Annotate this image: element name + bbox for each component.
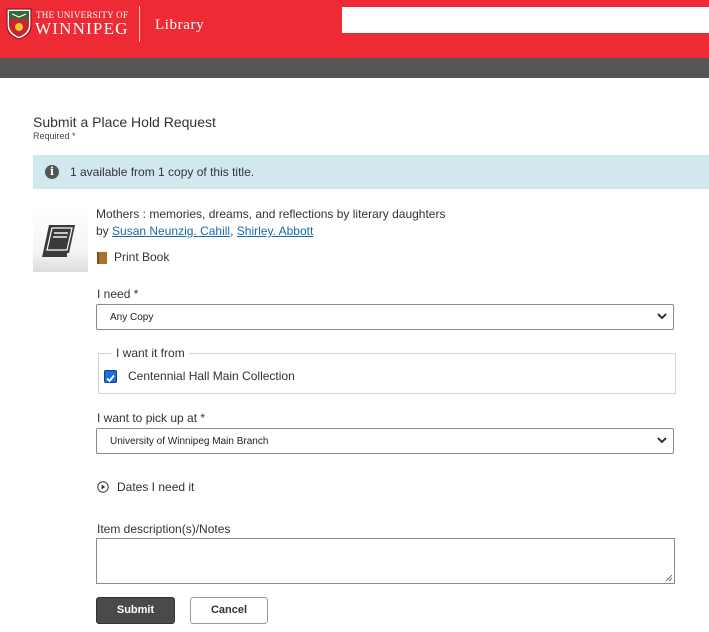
submit-button[interactable]: Submit (96, 597, 175, 624)
item-authors: by Susan Neunzig. Cahill, Shirley. Abbot… (96, 224, 313, 238)
availability-alert: i 1 available from 1 copy of this title. (33, 155, 709, 189)
nav-bar (0, 58, 709, 78)
dates-toggle[interactable]: Dates I need it (117, 480, 194, 494)
book-icon (42, 225, 75, 257)
chevron-down-icon (657, 313, 667, 320)
checkmark-icon (106, 374, 115, 383)
collection-label[interactable]: Centennial Hall Main Collection (128, 369, 295, 383)
pickup-label: I want to pick up at * (97, 411, 206, 425)
author-link[interactable]: Susan Neunzig. Cahill (112, 224, 230, 238)
need-label: I need * (97, 287, 139, 301)
page-title: Submit a Place Hold Request (33, 114, 216, 130)
location-legend: I want it from (112, 346, 189, 360)
copy-select[interactable]: Any Copy (96, 304, 674, 330)
site-header: THE UNIVERSITY OF WINNIPEG Library (0, 0, 709, 58)
by-prefix: by (96, 224, 109, 238)
header-divider (139, 6, 140, 42)
pickup-select-value: University of Winnipeg Main Branch (110, 436, 269, 447)
cancel-button[interactable]: Cancel (190, 597, 268, 624)
collection-checkbox[interactable] (104, 370, 117, 383)
author-separator: , (230, 224, 234, 238)
book-cover-thumbnail (33, 207, 88, 272)
university-wordmark[interactable]: WINNIPEG (35, 19, 129, 39)
notes-label: Item description(s)/Notes (97, 522, 231, 536)
availability-text: 1 available from 1 copy of this title. (70, 165, 255, 179)
author-link[interactable]: Shirley. Abbott (237, 224, 314, 238)
search-input[interactable] (342, 7, 709, 33)
pickup-select[interactable]: University of Winnipeg Main Branch (96, 428, 674, 454)
library-link[interactable]: Library (155, 17, 204, 34)
item-title: Mothers : memories, dreams, and reflecti… (96, 207, 446, 221)
print-book-icon (97, 252, 107, 264)
play-disclosure-icon[interactable] (97, 481, 109, 493)
university-crest-logo[interactable] (6, 8, 32, 40)
required-note: Required * (33, 131, 76, 141)
chevron-down-icon (657, 437, 667, 444)
resize-grip-icon[interactable] (665, 574, 673, 582)
notes-textarea[interactable] (96, 538, 675, 584)
copy-select-value: Any Copy (110, 312, 154, 323)
info-icon: i (45, 165, 59, 179)
item-format: Print Book (114, 250, 170, 264)
